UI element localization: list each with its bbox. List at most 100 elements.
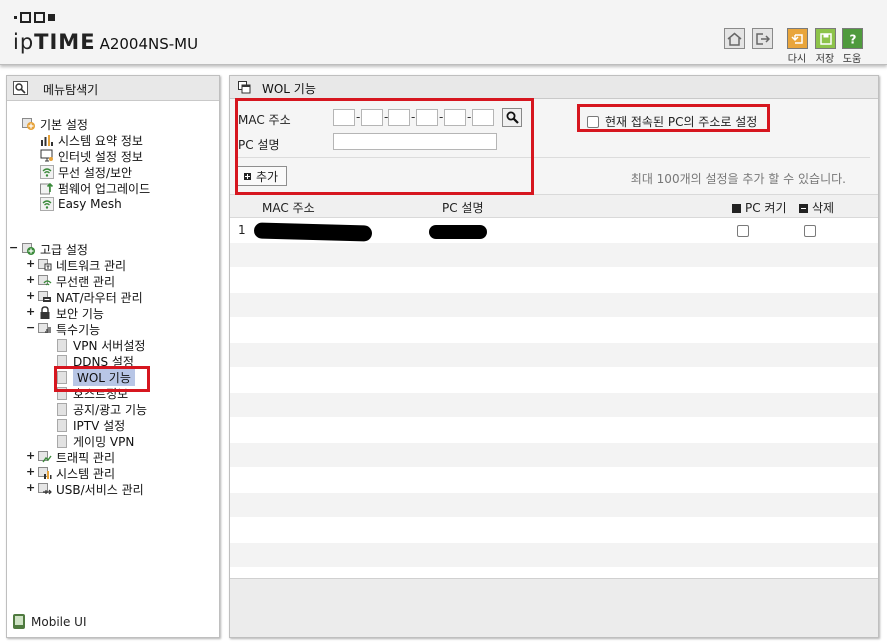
mac-octet-5-input[interactable] <box>444 109 466 126</box>
tree-item-host-info[interactable]: 호스트정보 <box>57 385 128 401</box>
brand-logo: ip TIME A2004NS-MU <box>13 30 198 54</box>
tree-advanced-label: 고급 설정 <box>40 242 88 257</box>
expand-icon[interactable]: + <box>26 289 35 302</box>
tree-item-easy-mesh[interactable]: Easy Mesh <box>40 196 122 212</box>
tree-item-wol[interactable]: WOL 기능 <box>57 368 135 386</box>
tree-item-label: 인터넷 설정 정보 <box>58 149 143 164</box>
expand-icon[interactable]: + <box>26 449 35 462</box>
use-current-pc-checkbox[interactable] <box>587 115 599 128</box>
mobile-ui-label: Mobile UI <box>31 614 87 629</box>
svg-text:?: ? <box>849 32 856 46</box>
logout-icon <box>756 32 770 45</box>
tree-group-special[interactable]: 특수기능 <box>38 321 100 337</box>
tree-item-notice-ad[interactable]: 공지/광고 기능 <box>57 401 147 417</box>
tree-group-usb-service[interactable]: USB/서비스 관리 <box>38 481 144 497</box>
table-row <box>230 543 878 568</box>
page-icon <box>57 386 67 400</box>
tree-basic-label: 기본 설정 <box>40 117 88 132</box>
tree-item-wireless-security[interactable]: 무선 설정/보안 <box>40 164 132 180</box>
tree-item-label: 공지/광고 기능 <box>73 402 148 417</box>
tree-item-ddns[interactable]: DDNS 설정 <box>57 353 134 369</box>
tree-group-label: 특수기능 <box>56 322 101 337</box>
tree-item-internet-info[interactable]: 인터넷 설정 정보 <box>40 148 143 164</box>
model-name: A2004NS-MU <box>99 35 199 53</box>
wol-add-form: MAC 주소 - - - - - PC 설명 추가 현재 접속된 PC의 주소로… <box>230 99 878 195</box>
folder-settings-icon <box>22 243 35 255</box>
refresh-button[interactable] <box>787 28 808 49</box>
mac-search-button[interactable] <box>502 108 522 127</box>
table-row <box>230 518 878 543</box>
col-pc-power-on[interactable]: PC 켜기 <box>732 199 787 216</box>
page-icon <box>57 418 67 432</box>
collapse-icon[interactable]: − <box>26 321 35 334</box>
table-row <box>230 343 878 368</box>
menu-explorer-header: 메뉴탐색기 <box>7 76 219 101</box>
pc-power-on-checkbox[interactable] <box>737 225 749 237</box>
mobile-ui-link[interactable]: Mobile UI <box>13 614 87 629</box>
wifi-icon <box>40 165 54 179</box>
tree-group-label: 트래픽 관리 <box>56 450 116 465</box>
tree-group-wireless[interactable]: 무선랜 관리 <box>38 273 115 289</box>
table-row <box>230 393 878 418</box>
pc-description-label: PC 설명 <box>238 138 280 152</box>
mac-octet-6-input[interactable] <box>472 109 494 126</box>
tree-item-label: DDNS 설정 <box>73 354 134 369</box>
expand-icon[interactable]: + <box>26 465 35 478</box>
help-button[interactable]: ? <box>842 28 863 49</box>
tree-item-label: 무선 설정/보안 <box>58 165 133 180</box>
tree-item-system-summary[interactable]: 시스템 요약 정보 <box>40 132 143 148</box>
add-button[interactable]: 추가 <box>237 166 288 186</box>
top-header: ip TIME A2004NS-MU 다시 저장 ? 도움 <box>0 0 887 65</box>
tree-basic-settings[interactable]: 기본 설정 <box>22 116 88 132</box>
tree-item-label: 호스트정보 <box>73 386 129 401</box>
redacted-mac-address <box>253 222 373 242</box>
tree-group-nat-router[interactable]: NAT/라우터 관리 <box>38 289 143 305</box>
logout-button[interactable] <box>752 28 773 49</box>
lock-icon <box>40 306 50 319</box>
max-entries-note: 최대 100개의 설정을 추가 할 수 있습니다. <box>630 172 846 186</box>
pc-description-input[interactable] <box>333 133 497 150</box>
page-icon <box>57 370 67 384</box>
search-icon <box>506 111 519 124</box>
window-icon <box>238 81 251 94</box>
redacted-pc-description <box>429 225 487 239</box>
tree-advanced-settings[interactable]: 고급 설정 <box>22 241 88 257</box>
tree-item-label: IPTV 설정 <box>73 418 126 433</box>
save-button[interactable] <box>815 28 836 49</box>
tree-group-system[interactable]: 시스템 관리 <box>38 465 115 481</box>
collapse-icon[interactable]: − <box>9 241 18 254</box>
expand-icon[interactable]: + <box>26 273 35 286</box>
mesh-icon <box>40 197 54 211</box>
expand-icon[interactable]: + <box>26 257 35 270</box>
tree-item-gaming-vpn[interactable]: 게이밍 VPN <box>57 433 134 449</box>
special-folder-icon <box>38 323 51 333</box>
tree-item-iptv[interactable]: IPTV 설정 <box>57 417 125 433</box>
home-icon <box>727 32 742 46</box>
table-row <box>230 293 878 318</box>
mac-octet-2-input[interactable] <box>361 109 383 126</box>
refresh-label: 다시 <box>787 54 807 65</box>
col-delete[interactable]: 삭제 <box>799 199 834 216</box>
home-button[interactable] <box>724 28 745 49</box>
tree-item-firmware-upgrade[interactable]: 펌웨어 업그레이드 <box>40 180 150 196</box>
brand-dots-logo <box>14 12 55 23</box>
help-icon: ? <box>849 32 856 46</box>
wol-panel-footer <box>230 578 878 637</box>
delete-row-checkbox[interactable] <box>804 225 816 237</box>
tree-group-traffic[interactable]: 트래픽 관리 <box>38 449 115 465</box>
tree-group-security[interactable]: 보안 기능 <box>38 305 104 321</box>
col-pc-description: PC 설명 <box>442 201 484 215</box>
save-icon <box>819 32 832 45</box>
tree-group-network[interactable]: 네트워크 관리 <box>38 257 126 273</box>
tree-item-vpn-server[interactable]: VPN 서버설정 <box>57 337 145 353</box>
mac-octet-3-input[interactable] <box>388 109 410 126</box>
tree-item-label: 게이밍 VPN <box>73 434 135 449</box>
row-number: 1 <box>238 223 246 237</box>
form-divider <box>236 157 870 158</box>
expand-icon[interactable]: + <box>26 481 35 494</box>
mac-octet-1-input[interactable] <box>333 109 355 126</box>
use-current-pc-option[interactable]: 현재 접속된 PC의 주소로 설정 <box>587 113 757 130</box>
expand-icon[interactable]: + <box>26 305 35 318</box>
table-row <box>230 443 878 468</box>
mac-octet-4-input[interactable] <box>416 109 438 126</box>
